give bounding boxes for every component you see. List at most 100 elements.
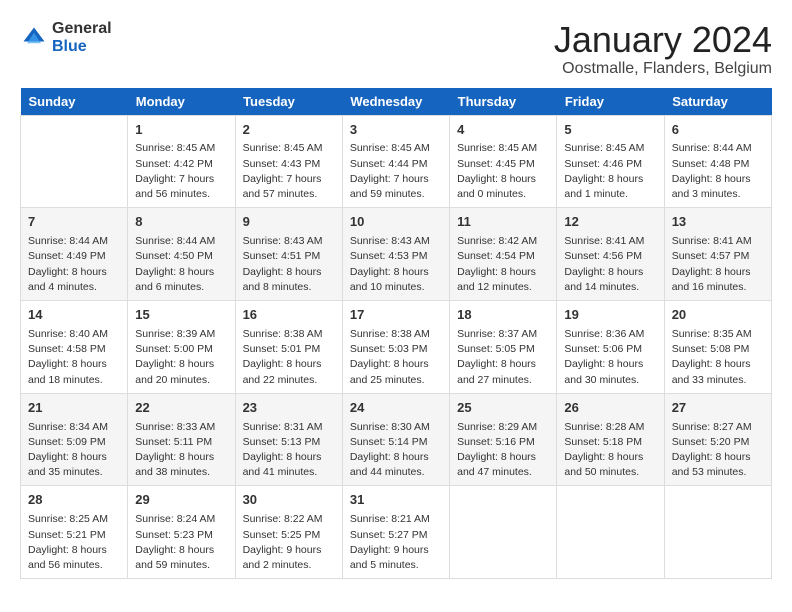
calendar-cell: 31Sunrise: 8:21 AM Sunset: 5:27 PM Dayli… (342, 486, 449, 579)
logo: General Blue (20, 20, 112, 55)
day-number: 26 (564, 399, 656, 418)
calendar-cell: 1Sunrise: 8:45 AM Sunset: 4:42 PM Daylig… (128, 115, 235, 208)
day-details: Sunrise: 8:44 AM Sunset: 4:48 PM Dayligh… (672, 141, 764, 202)
calendar-cell: 18 Sunrise: 8:37 AM Sunset: 5:05 PM Dayli… (450, 301, 557, 394)
calendar-cell: 9Sunrise: 8:43 AM Sunset: 4:51 PM Daylig… (235, 208, 342, 301)
header: General Blue January 2024 Oostmalle, Fla… (20, 20, 772, 78)
day-number: 20 (672, 306, 764, 325)
day-details: Sunrise: 8:39 AM Sunset: 5:00 PM Dayligh… (135, 327, 227, 388)
calendar-cell: 14 Sunrise: 8:40 AM Sunset: 4:58 PM Dayli… (21, 301, 128, 394)
calendar-cell: 24 Sunrise: 8:30 AM Sunset: 5:14 PM Dayli… (342, 393, 449, 486)
day-number: 28 (28, 491, 120, 510)
day-details: Sunrise: 8:34 AM Sunset: 5:09 PM Dayligh… (28, 420, 120, 481)
day-number: 13 (672, 213, 764, 232)
calendar-cell: 10 Sunrise: 8:43 AM Sunset: 4:53 PM Dayli… (342, 208, 449, 301)
day-details: Sunrise: 8:29 AM Sunset: 5:16 PM Dayligh… (457, 420, 549, 481)
day-number: 27 (672, 399, 764, 418)
day-number: 19 (564, 306, 656, 325)
day-details: Sunrise: 8:45 AM Sunset: 4:46 PM Dayligh… (564, 141, 656, 202)
day-details: Sunrise: 8:22 AM Sunset: 5:25 PM Dayligh… (243, 512, 335, 573)
calendar-cell (557, 486, 664, 579)
calendar-cell: 19Sunrise: 8:36 AM Sunset: 5:06 PM Dayli… (557, 301, 664, 394)
calendar-cell: 3Sunrise: 8:45 AM Sunset: 4:44 PM Daylig… (342, 115, 449, 208)
header-day-sunday: Sunday (21, 88, 128, 116)
calendar-cell (21, 115, 128, 208)
day-number: 29 (135, 491, 227, 510)
day-number: 6 (672, 121, 764, 140)
day-number: 17 (350, 306, 442, 325)
calendar-cell: 27Sunrise: 8:27 AM Sunset: 5:20 PM Dayli… (664, 393, 771, 486)
calendar-cell: 8 Sunrise: 8:44 AM Sunset: 4:50 PM Daylig… (128, 208, 235, 301)
day-details: Sunrise: 8:38 AM Sunset: 5:03 PM Dayligh… (350, 327, 442, 388)
day-details: Sunrise: 8:43 AM Sunset: 4:53 PM Dayligh… (350, 234, 442, 295)
logo-blue-text: Blue (52, 38, 112, 56)
header-row: SundayMondayTuesdayWednesdayThursdayFrid… (21, 88, 772, 116)
day-details: Sunrise: 8:30 AM Sunset: 5:14 PM Dayligh… (350, 420, 442, 481)
day-details: Sunrise: 8:41 AM Sunset: 4:57 PM Dayligh… (672, 234, 764, 295)
day-number: 22 (135, 399, 227, 418)
day-number: 23 (243, 399, 335, 418)
day-details: Sunrise: 8:24 AM Sunset: 5:23 PM Dayligh… (135, 512, 227, 573)
calendar-cell: 16Sunrise: 8:38 AM Sunset: 5:01 PM Dayli… (235, 301, 342, 394)
day-number: 2 (243, 121, 335, 140)
day-details: Sunrise: 8:45 AM Sunset: 4:43 PM Dayligh… (243, 141, 335, 202)
calendar-cell: 2Sunrise: 8:45 AM Sunset: 4:43 PM Daylig… (235, 115, 342, 208)
calendar-cell: 12Sunrise: 8:41 AM Sunset: 4:56 PM Dayli… (557, 208, 664, 301)
day-number: 3 (350, 121, 442, 140)
calendar-cell: 15 Sunrise: 8:39 AM Sunset: 5:00 PM Dayli… (128, 301, 235, 394)
header-day-friday: Friday (557, 88, 664, 116)
month-title: January 2024 (554, 20, 772, 60)
day-number: 31 (350, 491, 442, 510)
day-details: Sunrise: 8:44 AM Sunset: 4:50 PM Dayligh… (135, 234, 227, 295)
day-number: 8 (135, 213, 227, 232)
header-day-saturday: Saturday (664, 88, 771, 116)
day-number: 10 (350, 213, 442, 232)
week-row-1: 1Sunrise: 8:45 AM Sunset: 4:42 PM Daylig… (21, 115, 772, 208)
calendar-cell: 20Sunrise: 8:35 AM Sunset: 5:08 PM Dayli… (664, 301, 771, 394)
day-details: Sunrise: 8:42 AM Sunset: 4:54 PM Dayligh… (457, 234, 549, 295)
calendar-cell: 13 Sunrise: 8:41 AM Sunset: 4:57 PM Dayli… (664, 208, 771, 301)
title-section: January 2024 Oostmalle, Flanders, Belgiu… (554, 20, 772, 78)
day-number: 16 (243, 306, 335, 325)
day-number: 18 (457, 306, 549, 325)
calendar-cell (450, 486, 557, 579)
day-details: Sunrise: 8:44 AM Sunset: 4:49 PM Dayligh… (28, 234, 120, 295)
day-details: Sunrise: 8:37 AM Sunset: 5:05 PM Dayligh… (457, 327, 549, 388)
week-row-2: 7Sunrise: 8:44 AM Sunset: 4:49 PM Daylig… (21, 208, 772, 301)
calendar-cell: 25 Sunrise: 8:29 AM Sunset: 5:16 PM Dayli… (450, 393, 557, 486)
day-number: 30 (243, 491, 335, 510)
day-number: 14 (28, 306, 120, 325)
calendar-cell: 5Sunrise: 8:45 AM Sunset: 4:46 PM Daylig… (557, 115, 664, 208)
day-number: 9 (243, 213, 335, 232)
day-number: 24 (350, 399, 442, 418)
calendar-cell: 29 Sunrise: 8:24 AM Sunset: 5:23 PM Dayli… (128, 486, 235, 579)
calendar-body: 1Sunrise: 8:45 AM Sunset: 4:42 PM Daylig… (21, 115, 772, 579)
calendar-cell: 21 Sunrise: 8:34 AM Sunset: 5:09 PM Dayli… (21, 393, 128, 486)
day-number: 21 (28, 399, 120, 418)
day-details: Sunrise: 8:28 AM Sunset: 5:18 PM Dayligh… (564, 420, 656, 481)
day-details: Sunrise: 8:31 AM Sunset: 5:13 PM Dayligh… (243, 420, 335, 481)
calendar-cell (664, 486, 771, 579)
calendar-cell: 23 Sunrise: 8:31 AM Sunset: 5:13 PM Dayli… (235, 393, 342, 486)
day-number: 25 (457, 399, 549, 418)
header-day-thursday: Thursday (450, 88, 557, 116)
header-day-wednesday: Wednesday (342, 88, 449, 116)
day-number: 15 (135, 306, 227, 325)
header-day-tuesday: Tuesday (235, 88, 342, 116)
day-number: 5 (564, 121, 656, 140)
calendar-table: SundayMondayTuesdayWednesdayThursdayFrid… (20, 88, 772, 580)
day-details: Sunrise: 8:41 AM Sunset: 4:56 PM Dayligh… (564, 234, 656, 295)
day-details: Sunrise: 8:40 AM Sunset: 4:58 PM Dayligh… (28, 327, 120, 388)
day-details: Sunrise: 8:45 AM Sunset: 4:45 PM Dayligh… (457, 141, 549, 202)
logo-text: General Blue (52, 20, 112, 55)
day-number: 4 (457, 121, 549, 140)
logo-icon (20, 24, 48, 52)
day-details: Sunrise: 8:25 AM Sunset: 5:21 PM Dayligh… (28, 512, 120, 573)
calendar-cell: 4Sunrise: 8:45 AM Sunset: 4:45 PM Daylig… (450, 115, 557, 208)
calendar-cell: 30 Sunrise: 8:22 AM Sunset: 5:25 PM Dayli… (235, 486, 342, 579)
calendar-cell: 11Sunrise: 8:42 AM Sunset: 4:54 PM Dayli… (450, 208, 557, 301)
location-subtitle: Oostmalle, Flanders, Belgium (554, 60, 772, 78)
logo-general-text: General (52, 20, 112, 38)
calendar-cell: 6Sunrise: 8:44 AM Sunset: 4:48 PM Daylig… (664, 115, 771, 208)
week-row-3: 14 Sunrise: 8:40 AM Sunset: 4:58 PM Dayli… (21, 301, 772, 394)
